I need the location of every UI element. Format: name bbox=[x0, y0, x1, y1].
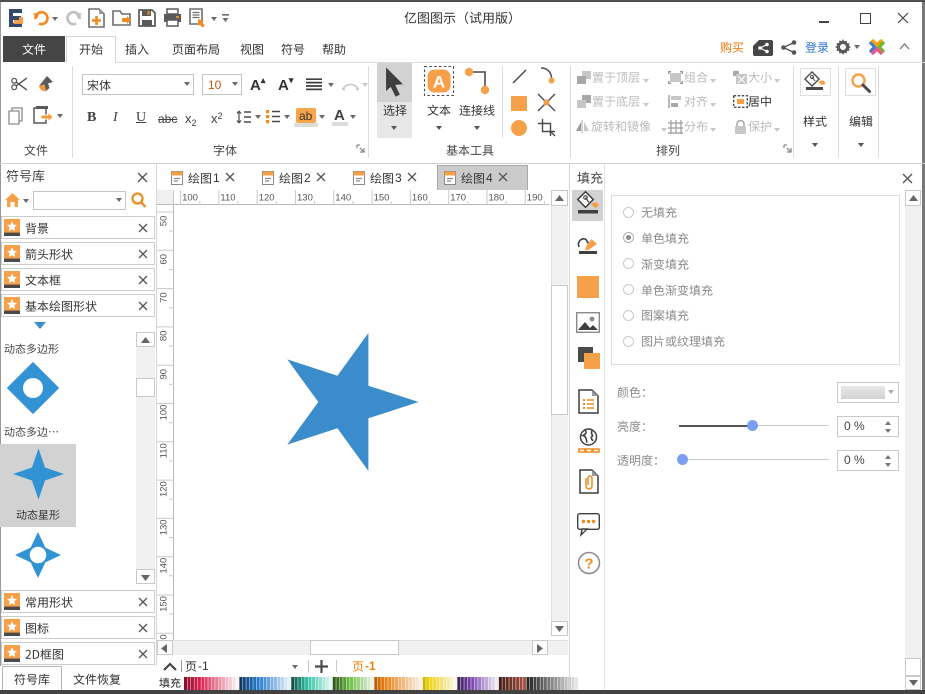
svg-text:?: ? bbox=[584, 556, 593, 573]
